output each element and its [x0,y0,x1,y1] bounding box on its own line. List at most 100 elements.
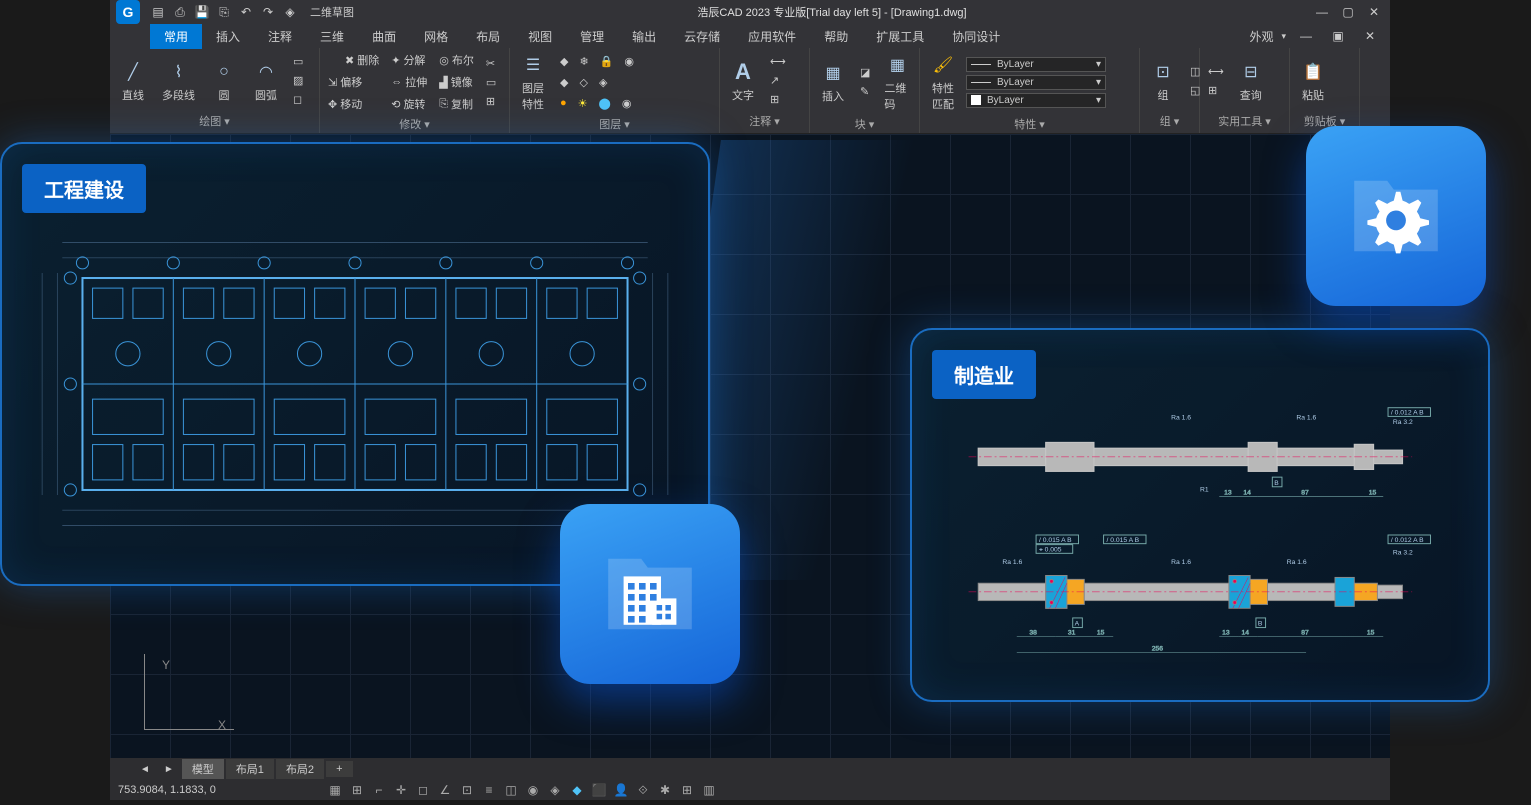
qrcode-button[interactable]: ▦二维码 [878,50,916,114]
close-icon[interactable]: ✕ [1362,3,1386,21]
osnap-icon[interactable]: ◻ [414,782,432,798]
doc-restore-icon[interactable]: ▣ [1326,27,1350,45]
tab-annotate[interactable]: 注释 [254,24,306,49]
layer-tool-icon[interactable]: ◆ [556,74,572,91]
polar-icon[interactable]: ✛ [392,782,410,798]
circle-button[interactable]: ○圆 [205,57,243,105]
rotate-button[interactable]: ⟲ 旋转 [387,94,431,114]
tab-help[interactable]: 帮助 [810,24,862,49]
trim-icon[interactable]: ✂ [482,55,500,72]
tab-add-button[interactable]: + [326,761,352,777]
tab-collab[interactable]: 协同设计 [938,24,1014,49]
create-block-icon[interactable]: ◪ [856,64,874,81]
dim-icon[interactable]: ⟷ [766,53,790,70]
selection-icon[interactable]: ⬛ [590,782,608,798]
paste-button[interactable]: 📋粘贴 [1294,57,1332,105]
layer-state-icon[interactable]: ◆ [556,53,572,70]
tab-cloud[interactable]: 云存储 [670,24,734,49]
new-icon[interactable]: ▤ [150,4,166,20]
layer-off-icon[interactable]: ◉ [620,53,638,70]
lineweight-dropdown[interactable]: ByLayer▾ [966,93,1106,108]
annoscale-icon[interactable]: ⟐ [634,782,652,798]
arc-button[interactable]: ◠圆弧 [247,57,285,105]
layer-on-icon[interactable]: ☀ [574,95,592,112]
app-logo[interactable]: G [116,0,140,24]
tab-nav-next-icon[interactable]: ► [158,764,180,775]
tab-insert[interactable]: 插入 [202,24,254,49]
monitor-icon[interactable]: ▥ [700,782,718,798]
insert-button[interactable]: ▦插入 [814,58,852,106]
undo-icon[interactable]: ↶ [238,4,254,20]
tab-3d[interactable]: 三维 [306,24,358,49]
leader-icon[interactable]: ↗ [766,72,790,89]
measure-icon[interactable]: ⟷ [1204,63,1228,80]
tab-home[interactable]: 常用 [150,24,202,49]
workspace-icon[interactable]: ⊞ [678,782,696,798]
mirror-button[interactable]: ▟ 镜像 [435,72,478,92]
tab-model[interactable]: 模型 [182,759,224,779]
tab-mesh[interactable]: 网格 [410,24,462,49]
layer-freeze-icon[interactable]: ❄ [575,53,592,70]
plot-icon[interactable]: ⎘ [216,4,232,20]
match-props-button[interactable]: 🖌特性 匹配 [924,50,962,114]
snap-grid-icon[interactable]: ▦ [326,782,344,798]
gizmo-icon[interactable]: 👤 [612,782,630,798]
lwt-icon[interactable]: ≡ [480,782,498,798]
dyn-ucs-icon[interactable]: ◆ [568,782,586,798]
tab-view[interactable]: 视图 [514,24,566,49]
table-icon[interactable]: ⊞ [766,91,790,108]
scale-icon[interactable]: ▭ [482,74,500,91]
sel-cycle-icon[interactable]: ◉ [524,782,542,798]
maximize-icon[interactable]: ▢ [1336,3,1360,21]
boolean-button[interactable]: ◎ 布尔 [435,50,478,70]
save-icon[interactable]: 💾 [194,4,210,20]
text-button[interactable]: A文字 [724,57,762,105]
delete-button[interactable]: ✖ 删除 [324,50,383,70]
query-button[interactable]: ⊟查询 [1232,57,1270,105]
copy-button[interactable]: ⎘ 复制 [435,94,478,114]
appearance-button[interactable]: 外观 [1249,28,1273,45]
dyn-icon[interactable]: ⊡ [458,782,476,798]
move-button[interactable]: ✥ 移动 [324,94,383,114]
layer-color-icon[interactable]: ● [556,95,571,112]
tab-manage[interactable]: 管理 [566,24,618,49]
array-icon[interactable]: ⊞ [482,93,500,110]
tab-layout1[interactable]: 布局1 [226,759,274,779]
doc-minimize-icon[interactable]: — [1294,27,1318,45]
tab-layout[interactable]: 布局 [462,24,514,49]
group-button[interactable]: ⊡组 [1144,57,1182,105]
minimize-icon[interactable]: — [1310,3,1334,21]
doc-close-icon[interactable]: ✕ [1358,27,1382,45]
cube-icon[interactable]: ◈ [282,4,298,20]
ortho-icon[interactable]: ⌐ [370,782,388,798]
layer-lock-icon[interactable]: 🔒 [596,53,618,70]
hatch-icon[interactable]: ▨ [289,72,307,89]
calc-icon[interactable]: ⊞ [1204,82,1228,99]
tab-apps[interactable]: 应用软件 [734,24,810,49]
tab-surface[interactable]: 曲面 [358,24,410,49]
linetype-dropdown[interactable]: ByLayer▾ [966,75,1106,90]
3dosnap-icon[interactable]: ◈ [546,782,564,798]
layer-props-button[interactable]: ☰图层 特性 [514,50,552,114]
polyline-button[interactable]: ⌇多段线 [156,57,201,105]
redo-icon[interactable]: ↷ [260,4,276,20]
layer-merge-icon[interactable]: ◈ [595,74,611,91]
tab-nav-prev-icon[interactable]: ◄ [134,764,156,775]
open-icon[interactable]: ⎙ [172,4,188,20]
transparency-icon[interactable]: ◫ [502,782,520,798]
layer-iso-icon[interactable]: ◇ [575,74,591,91]
workspace-selector[interactable]: 二维草图 [310,4,354,20]
annovisible-icon[interactable]: ✱ [656,782,674,798]
rect-icon[interactable]: ▭ [289,53,307,70]
layer-walk-icon[interactable]: ◉ [618,95,636,112]
tab-layout2[interactable]: 布局2 [276,759,324,779]
otrack-icon[interactable]: ∠ [436,782,454,798]
stretch-button[interactable]: ⇔ 拉伸 [387,72,431,92]
edit-block-icon[interactable]: ✎ [856,83,874,100]
layer-setcur-icon[interactable]: ⬤ [595,95,615,112]
color-dropdown[interactable]: ByLayer▾ [966,57,1106,72]
tab-output[interactable]: 输出 [618,24,670,49]
region-icon[interactable]: ◻ [289,91,307,108]
offset-button[interactable]: ⇲ 偏移 [324,72,383,92]
grid-icon[interactable]: ⊞ [348,782,366,798]
